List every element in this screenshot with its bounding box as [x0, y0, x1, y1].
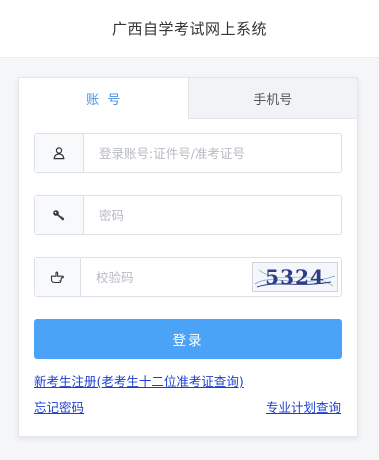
forgot-password-link[interactable]: 忘记密码: [34, 397, 84, 416]
login-button[interactable]: 登录: [34, 319, 342, 359]
account-input[interactable]: [84, 134, 341, 172]
captcha-field: 5324: [34, 257, 342, 297]
tab-phone-label: 手机号: [253, 92, 293, 108]
key-icon: [35, 196, 84, 234]
login-card: 账 号 手机号 登录账号:证件号/准考证号 校验码 5324 登录 新考生注册(…: [18, 77, 358, 437]
user-icon: [35, 134, 84, 172]
password-input[interactable]: [84, 196, 341, 234]
tab-account[interactable]: 账 号: [19, 78, 189, 119]
page-header: 广西自学考试网上系统: [0, 0, 379, 58]
captcha-image[interactable]: 5324: [252, 262, 338, 292]
register-link[interactable]: 新考生注册(老考生十二位准考证查询): [34, 371, 244, 390]
captcha-code: 5324: [265, 265, 325, 289]
hand-pointer-icon: [35, 258, 81, 296]
tab-account-label: 账 号: [86, 93, 121, 108]
password-field: [34, 195, 342, 235]
captcha-input[interactable]: [81, 258, 252, 296]
account-field: [34, 133, 342, 173]
major-plan-link[interactable]: 专业计划查询: [266, 397, 341, 416]
login-tabs: 账 号 手机号: [19, 78, 357, 119]
page-title: 广西自学考试网上系统: [111, 20, 267, 38]
tab-phone[interactable]: 手机号: [188, 78, 357, 119]
